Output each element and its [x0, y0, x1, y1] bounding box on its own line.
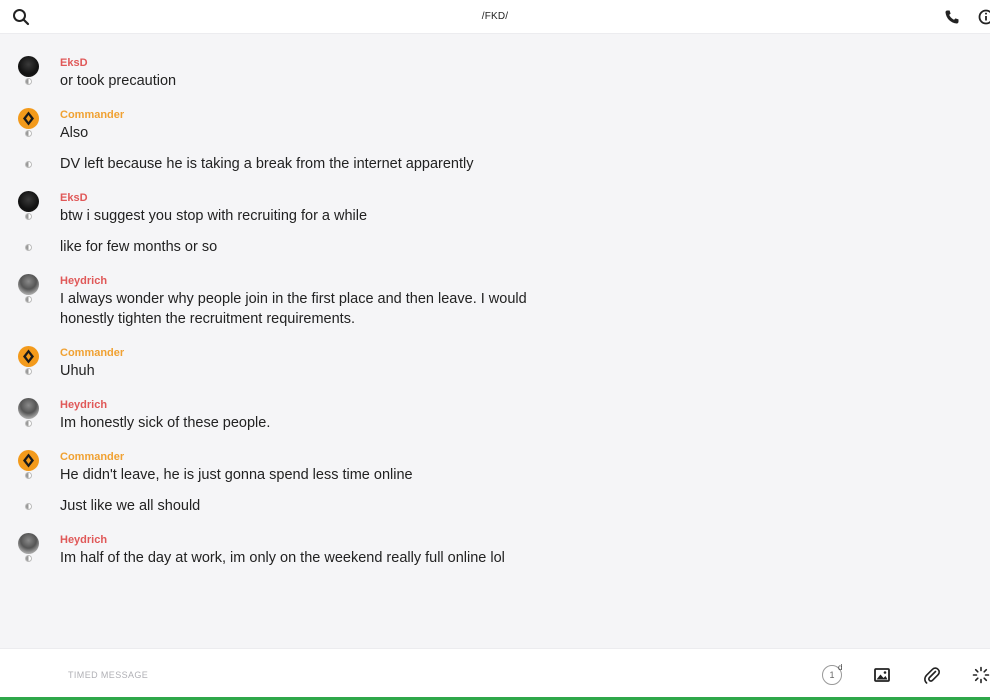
message: Just like we all should — [0, 496, 990, 516]
delivery-status-icon — [25, 213, 32, 220]
avatar[interactable] — [18, 533, 39, 554]
sender-name[interactable]: EksD — [60, 56, 990, 70]
message: DV left because he is taking a break fro… — [0, 154, 990, 174]
delivery-status-icon — [25, 244, 32, 251]
search-icon[interactable] — [12, 8, 30, 26]
message-group: Heydrich I always wonder why people join… — [0, 274, 990, 329]
message-group: EksD btw i suggest you stop with recruit… — [0, 191, 990, 226]
message-text[interactable]: Im half of the day at work, im only on t… — [60, 548, 530, 568]
message-text[interactable]: He didn't leave, he is just gonna spend … — [60, 465, 530, 485]
avatar[interactable] — [18, 398, 39, 419]
timer-value: 1 — [829, 670, 835, 680]
delivery-status-icon — [25, 420, 32, 427]
sender-name[interactable]: Heydrich — [60, 274, 990, 288]
message-input[interactable]: TIMED MESSAGE — [68, 670, 148, 680]
message: like for few months or so — [0, 237, 990, 257]
commander-emblem-icon — [23, 111, 34, 126]
sender-name[interactable]: EksD — [60, 191, 990, 205]
message-composer: TIMED MESSAGE 1 d — [0, 648, 990, 700]
info-icon[interactable] — [978, 9, 990, 25]
sender-name[interactable]: Commander — [60, 346, 990, 360]
commander-emblem-icon — [23, 453, 34, 468]
sender-name[interactable]: Commander — [60, 450, 990, 464]
message-group: Commander Uhuh — [0, 346, 990, 381]
timer-unit: d — [838, 663, 843, 672]
message-text[interactable]: like for few months or so — [60, 237, 530, 257]
ping-icon[interactable] — [972, 666, 990, 684]
message-text[interactable]: Uhuh — [60, 361, 530, 381]
avatar[interactable] — [18, 56, 39, 77]
image-icon[interactable] — [873, 666, 891, 684]
delivery-status-icon — [25, 472, 32, 479]
delivery-status-icon — [25, 161, 32, 168]
message-group: Heydrich Im half of the day at work, im … — [0, 533, 990, 568]
delivery-status-icon — [25, 130, 32, 137]
message-group: Commander Also — [0, 108, 990, 143]
delivery-status-icon — [25, 296, 32, 303]
message-text[interactable]: btw i suggest you stop with recruiting f… — [60, 206, 530, 226]
avatar[interactable] — [18, 191, 39, 212]
delivery-status-icon — [25, 503, 32, 510]
conversation-title[interactable]: /FKD/ — [482, 11, 509, 22]
commander-emblem-icon — [23, 349, 34, 364]
message-text[interactable]: I always wonder why people join in the f… — [60, 289, 530, 329]
message-group: Commander He didn't leave, he is just go… — [0, 450, 990, 485]
message-text[interactable]: DV left because he is taking a break fro… — [60, 154, 530, 174]
message-text[interactable]: Im honestly sick of these people. — [60, 413, 530, 433]
avatar[interactable] — [18, 450, 39, 471]
message-group: EksD or took precaution — [0, 56, 990, 91]
message-text[interactable]: Also — [60, 123, 530, 143]
conversation-header: /FKD/ — [0, 0, 990, 34]
delivery-status-icon — [25, 555, 32, 562]
paperclip-icon[interactable] — [923, 666, 941, 684]
delivery-status-icon — [25, 368, 32, 375]
avatar[interactable] — [18, 108, 39, 129]
message-text[interactable]: Just like we all should — [60, 496, 530, 516]
avatar[interactable] — [18, 274, 39, 295]
avatar[interactable] — [18, 346, 39, 367]
message-list[interactable]: EksD or took precaution Commander Also D… — [0, 34, 990, 648]
message-group: Heydrich Im honestly sick of these peopl… — [0, 398, 990, 433]
sender-name[interactable]: Commander — [60, 108, 990, 122]
delivery-status-icon — [25, 78, 32, 85]
sender-name[interactable]: Heydrich — [60, 398, 990, 412]
phone-icon[interactable] — [944, 9, 960, 25]
sender-name[interactable]: Heydrich — [60, 533, 990, 547]
message-text[interactable]: or took precaution — [60, 71, 530, 91]
